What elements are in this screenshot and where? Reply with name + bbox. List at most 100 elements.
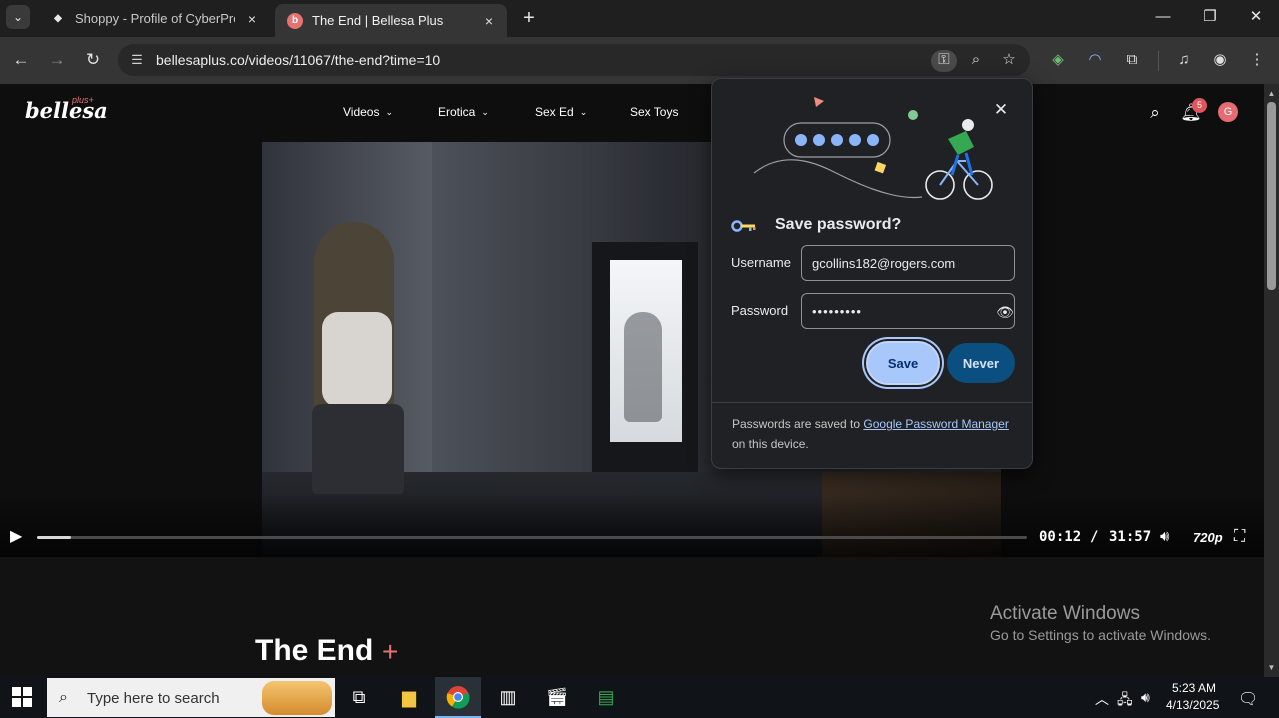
username-label: Username [731, 255, 791, 270]
notifications-icon[interactable]: 🗨︎ [1238, 689, 1258, 709]
nav-erotica[interactable]: Erotica ⌄ [438, 105, 489, 119]
progress-bar[interactable] [37, 536, 1027, 539]
new-tab-plus-icon[interactable]: + [518, 7, 540, 29]
save-button[interactable]: Save [866, 341, 940, 385]
dialog-title: Save password? [775, 216, 902, 233]
network-icon[interactable]: 🖧︎ [1117, 689, 1133, 713]
screen: ⌄ ◆ Shoppy - Profile of CyberProMa × b T… [0, 0, 1279, 718]
shoppy-favicon-icon: ◆ [54, 13, 62, 24]
video-editor-icon[interactable]: 🎬︎ [534, 677, 580, 718]
password-field[interactable]: ••••••••• [801, 293, 1015, 329]
tab-bellesa[interactable]: b The End | Bellesa Plus × [275, 4, 507, 37]
url-text[interactable]: bellesaplus.co/videos/11067/the-end?time… [156, 52, 440, 68]
username-field[interactable]: gcollins182@rogers.com [801, 245, 1015, 281]
dialog-footer: Passwords are saved to Google Password M… [732, 414, 1022, 454]
search-icon: ⌕ [59, 689, 68, 706]
scroll-thumb[interactable] [1267, 102, 1276, 290]
address-bar[interactable]: ☰ bellesaplus.co/videos/11067/the-end?ti… [118, 44, 1030, 76]
search-placeholder: Type here to search [87, 690, 220, 707]
password-illustration [753, 97, 993, 200]
activate-windows-title: Activate Windows [990, 603, 1140, 624]
profile-icon[interactable]: ◉ [1209, 49, 1231, 71]
tab-strip: ⌄ ◆ Shoppy - Profile of CyberProMa × b T… [0, 0, 1279, 37]
app-bars-icon[interactable]: ▥ [485, 677, 531, 718]
footer-prefix: Passwords are saved to [732, 417, 864, 431]
restore-button[interactable]: ❐ [1187, 0, 1233, 34]
bellesa-favicon-icon: b [287, 12, 303, 29]
tab-shoppy[interactable]: ◆ Shoppy - Profile of CyberProMa × [38, 4, 270, 33]
footer-suffix: on this device. [732, 437, 809, 451]
nav-videos[interactable]: Videos ⌄ [343, 105, 393, 119]
video-title: The End [255, 634, 374, 667]
site-settings-icon[interactable]: ☰ [128, 51, 146, 69]
minimize-button[interactable]: — [1140, 0, 1186, 34]
task-view-icon[interactable]: ⧉ [336, 677, 382, 718]
tab-title: Shoppy - Profile of CyberProMa [75, 11, 235, 26]
notification-badge: 5 [1192, 98, 1207, 113]
tab-close-icon[interactable]: × [481, 13, 497, 29]
progress-fill [37, 536, 71, 539]
play-icon[interactable]: ▶ [10, 527, 28, 547]
password-manager-link[interactable]: Google Password Manager [863, 417, 1008, 431]
controls-gradient [0, 495, 1264, 557]
tab-search-chevron-icon[interactable]: ⌄ [6, 5, 30, 29]
nav-label: Sex Ed [535, 105, 574, 119]
extension-google-icon[interactable]: ◈ [1047, 49, 1069, 71]
extensions-puzzle-icon[interactable]: ⧉ [1121, 49, 1143, 71]
menu-kebab-icon[interactable]: ⋮ [1246, 49, 1268, 71]
scroll-up-icon[interactable]: ▲ [1266, 88, 1277, 99]
tab-title: The End | Bellesa Plus [312, 13, 444, 28]
forward-arrow-icon[interactable]: → [46, 49, 68, 71]
password-key-icon[interactable]: ⚿ [931, 50, 957, 72]
tab-close-icon[interactable]: × [244, 11, 260, 27]
never-button[interactable]: Never [947, 343, 1015, 383]
close-icon[interactable]: ✕ [990, 99, 1012, 121]
chevron-down-icon: ⌄ [385, 106, 394, 117]
back-arrow-icon[interactable]: ← [10, 49, 32, 71]
fullscreen-icon[interactable]: ⛶ [1234, 527, 1252, 547]
chevron-down-icon: ⌄ [481, 106, 489, 117]
scene-figure-top [322, 312, 392, 407]
time-separator: / [1090, 529, 1099, 545]
windows-start-icon[interactable] [12, 687, 32, 707]
total-time: 31:57 [1109, 529, 1152, 545]
spreadsheet-app-icon[interactable]: ▤ [583, 677, 629, 718]
scene-figure-skirt [312, 404, 404, 494]
site-header: bellesa plus+ Videos ⌄ Erotica ⌄ Sex Ed ⌄ S… [0, 84, 1264, 142]
search-highlight-bread-icon [262, 681, 332, 715]
chevron-down-icon: ⌄ [579, 106, 588, 117]
extension-arc-icon[interactable]: ◠ [1084, 49, 1106, 71]
password-label: Password [731, 303, 789, 318]
show-password-eye-icon[interactable]: 👁︎ [996, 305, 1014, 319]
logo-plus-superscript: plus+ [72, 95, 94, 105]
reload-icon[interactable]: ↻ [82, 49, 104, 71]
add-to-list-plus-icon[interactable]: + [382, 636, 398, 668]
close-window-button[interactable]: ✕ [1233, 0, 1279, 34]
activate-windows-subtitle: Go to Settings to activate Windows. [990, 627, 1211, 643]
current-time: 00:12 [1039, 529, 1082, 545]
nav-label: Sex Toys [630, 105, 679, 119]
chrome-icon[interactable] [435, 677, 481, 718]
nav-label: Videos [343, 105, 380, 119]
avatar[interactable]: G [1218, 102, 1238, 122]
tray-chevron-up-icon[interactable]: ︿ [1095, 689, 1109, 709]
zoom-icon[interactable]: ⌕ [965, 50, 987, 72]
dialog-divider [712, 402, 1032, 403]
nav-sex-ed[interactable]: Sex Ed ⌄ [535, 105, 587, 119]
site-logo[interactable]: bellesa [25, 98, 108, 123]
speaker-icon[interactable]: 🔊︎ [1141, 689, 1150, 706]
volume-icon[interactable]: 🔊︎ [1160, 527, 1180, 547]
bookmark-star-icon[interactable]: ☆ [998, 50, 1020, 72]
taskbar-time[interactable]: 5:23 AM [1172, 681, 1216, 695]
browser-toolbar: ← → ↻ ☰ bellesaplus.co/videos/11067/the-… [0, 37, 1279, 84]
nav-label: Erotica [438, 105, 476, 119]
taskbar-search[interactable]: ⌕ Type here to search [47, 678, 335, 717]
nav-sex-toys[interactable]: Sex Toys [630, 105, 678, 119]
file-explorer-icon[interactable]: ▆ [386, 677, 432, 718]
scroll-down-icon[interactable]: ▼ [1266, 662, 1277, 673]
taskbar-date[interactable]: 4/13/2025 [1166, 698, 1219, 712]
media-controls-icon[interactable]: ♫ [1173, 49, 1195, 71]
quality-selector[interactable]: 720p [1193, 530, 1223, 545]
chrome-logo [446, 685, 470, 709]
search-icon[interactable]: ⌕ [1144, 102, 1166, 124]
